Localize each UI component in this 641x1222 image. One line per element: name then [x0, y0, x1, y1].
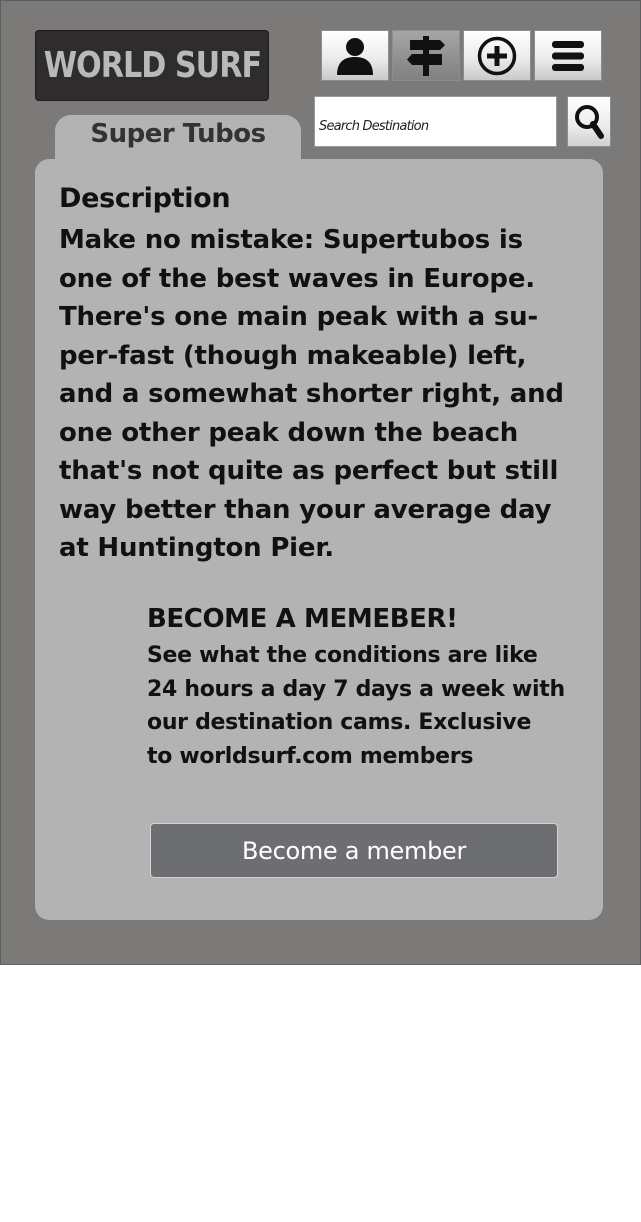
promo-line: 24 hours a day 7 days a week with [147, 676, 565, 702]
description-line: There's one main peak with a su- [59, 302, 539, 332]
description-line: per-fast (though makeable) left, [59, 340, 527, 371]
description-line: Make no mistake: Supertubos is [59, 225, 523, 255]
add-button[interactable] [463, 30, 531, 81]
search-button[interactable] [567, 96, 611, 147]
description-line: one of the best waves in Europe. [59, 263, 535, 294]
description-line: and a somewhat shorter right, and [59, 379, 564, 409]
app-frame: WORLD SURF Search Destination Super Tubo… [0, 0, 641, 965]
tab-super-tubos[interactable]: Super Tubos [55, 115, 301, 165]
description-heading: Description [59, 183, 231, 214]
description-line: way better than your average day [59, 494, 552, 525]
description-text: Make no mistake: Supertubos is one of th… [59, 221, 569, 568]
profile-button[interactable] [321, 30, 389, 81]
menu-icon [552, 40, 584, 71]
description-line: that's not quite as perfect but still [59, 456, 559, 486]
search-icon [575, 104, 604, 139]
user-icon [337, 37, 373, 75]
search-input[interactable] [314, 96, 557, 147]
become-member-button[interactable]: Become a member [150, 823, 558, 878]
signpost-icon [407, 35, 445, 76]
promo-line: See what the conditions are like [147, 643, 538, 668]
add-circle-icon [477, 36, 517, 75]
promo-text: See what the conditions are like 24 hour… [147, 639, 565, 773]
promo-line: to worldsurf.com members [147, 743, 474, 769]
world-surf-logo[interactable]: WORLD SURF [35, 30, 269, 101]
nav-icon-bar [321, 30, 602, 81]
content-panel: Description Make no mistake: Supertubos … [35, 159, 603, 920]
destinations-button[interactable] [392, 30, 460, 81]
menu-button[interactable] [534, 30, 602, 81]
logo-text: WORLD SURF [43, 45, 261, 86]
promo-heading: BECOME A MEMEBER! [147, 604, 458, 634]
description-line: at Huntington Pier. [59, 533, 334, 563]
promo-line: our destination cams. Exclusive [147, 710, 532, 735]
description-line: one other peak down the beach [59, 417, 519, 448]
